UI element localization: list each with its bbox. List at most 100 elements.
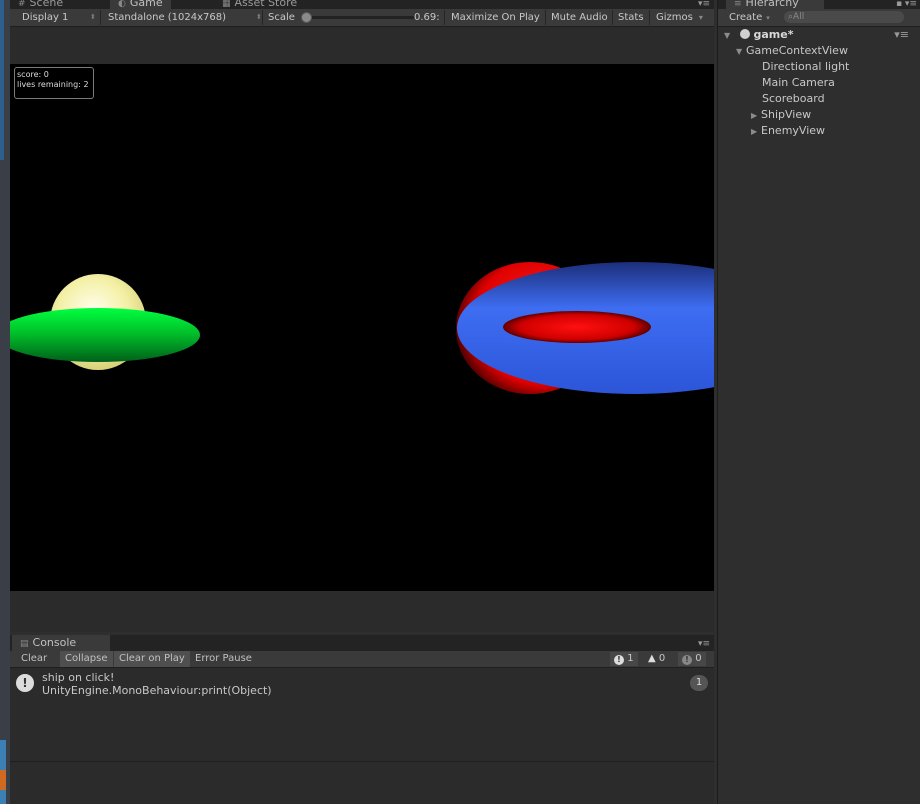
error-count: 0 (695, 653, 702, 664)
log-stacktrace-line: UnityEngine.MonoBehaviour:print(Object) (42, 684, 272, 697)
hierarchy-toolbar: Create ▾ ⌕All (718, 9, 920, 27)
clear-button[interactable]: Clear (16, 651, 52, 667)
gizmos-dropdown[interactable]: Gizmos ▾ (656, 9, 703, 26)
resolution-dropdown-label: Standalone (1024x768) (108, 12, 227, 23)
tab-asset-store-label: Asset Store (234, 0, 298, 9)
tab-asset-store[interactable]: ▦ Asset Store (214, 0, 305, 9)
console-divider (10, 761, 714, 762)
ship-object[interactable] (10, 274, 200, 370)
console-panel: ▤ Console ▾≡ Clear Collapse Clear on Play… (10, 635, 714, 804)
game-panel: # Scene ◐ Game ▦ Asset Store ▾≡ Display 1 ⬍ … (10, 0, 714, 632)
chevron-down-icon: ▾ (698, 13, 703, 22)
scene-name: game* (753, 28, 794, 41)
game-tabbar: # Scene ◐ Game ▦ Asset Store ▾≡ (10, 0, 714, 9)
display-dropdown-label: Display 1 (22, 12, 69, 23)
tab-console[interactable]: ▤ Console (12, 635, 110, 651)
score-text: score: 0 (17, 70, 49, 79)
expand-triangle-icon[interactable]: ▶ (751, 108, 761, 124)
warning-icon: ▲ (648, 653, 656, 664)
hierarchy-icon: ≡ (734, 0, 742, 9)
display-dropdown[interactable]: Display 1 ⬍ (22, 9, 96, 26)
expand-triangle-icon[interactable]: ▼ (724, 28, 734, 44)
toolbar-separator (100, 10, 101, 25)
expand-triangle-icon[interactable]: ▶ (751, 124, 761, 140)
desktop-edge (0, 0, 10, 804)
toolbar-separator (262, 10, 263, 25)
desktop-edge-orange (0, 770, 6, 790)
hierarchy-item-enemyview[interactable]: ▶ EnemyView (751, 123, 825, 139)
resolution-dropdown[interactable]: Standalone (1024x768) ⬍ (108, 9, 262, 26)
ship-saucer (10, 308, 200, 362)
game-viewport[interactable]: score: 0 lives remaining: 2 (10, 64, 714, 591)
console-icon: ▤ (20, 639, 29, 649)
console-tabbar: ▤ Console ▾≡ (10, 635, 714, 651)
game-icon: ◐ (118, 0, 126, 9)
create-label: Create (729, 12, 763, 23)
hierarchy-item-scoreboard[interactable]: Scoreboard (762, 91, 825, 107)
hierarchy-item-gamecontextview[interactable]: ▼ GameContextView (736, 43, 848, 59)
scale-value: 0.69: (414, 12, 440, 23)
expand-triangle-icon[interactable]: ▼ (736, 44, 746, 60)
hierarchy-item-label: Main Camera (762, 76, 835, 89)
scene-icon: # (18, 0, 26, 9)
collapse-button[interactable]: Collapse (60, 651, 113, 667)
log-info-icon: ! (16, 674, 34, 692)
scene-root-row[interactable]: ▼ game* ▾≡ (724, 27, 915, 43)
search-placeholder: All (793, 12, 805, 22)
warning-count: 0 (658, 653, 666, 664)
toolbar-separator (649, 10, 650, 25)
info-icon: ! (614, 655, 624, 665)
tab-scene-label: Scene (29, 0, 64, 9)
scale-label: Scale (268, 12, 295, 23)
desktop-edge-blue (0, 0, 4, 160)
toolbar-separator (444, 10, 445, 25)
toolbar-separator (612, 10, 613, 25)
tab-console-label: Console (32, 636, 77, 649)
create-dropdown[interactable]: Create ▾ (729, 9, 770, 26)
gizmos-label: Gizmos (656, 12, 693, 23)
hierarchy-item-shipview[interactable]: ▶ ShipView (751, 107, 811, 123)
error-count-toggle[interactable]: ! 0 (678, 652, 706, 666)
maximize-on-play-button[interactable]: Maximize On Play (451, 9, 540, 26)
info-count-toggle[interactable]: ! 1 (610, 652, 638, 666)
tab-scene[interactable]: # Scene (10, 0, 71, 9)
hierarchy-tabbar: ≡ Hierarchy ▪ ▾≡ (718, 0, 920, 9)
hierarchy-item-main-camera[interactable]: Main Camera (762, 75, 835, 91)
tab-game[interactable]: ◐ Game (110, 0, 171, 9)
hierarchy-item-label: Scoreboard (762, 92, 825, 105)
unity-scene-icon (739, 29, 750, 39)
lives-text: lives remaining: 2 (17, 80, 89, 89)
hierarchy-item-label: Directional light (762, 60, 850, 73)
game-toolbar: Display 1 ⬍ Standalone (1024x768) ⬍ Scale … (10, 9, 714, 27)
info-count: 1 (627, 653, 634, 664)
console-log-entry[interactable]: ! ship on click! UnityEngine.MonoBehavio… (10, 669, 714, 699)
hierarchy-item-label: ShipView (761, 108, 812, 121)
panel-menu-icon[interactable]: ▾≡ (698, 0, 710, 9)
hierarchy-panel: ≡ Hierarchy ▪ ▾≡ Create ▾ ⌕All ▼ game* ▾≡ … (717, 0, 920, 804)
error-pause-button[interactable]: Error Pause (190, 651, 257, 667)
hierarchy-search-input[interactable]: ⌕All (784, 11, 904, 23)
store-icon: ▦ (222, 0, 231, 9)
panel-menu-icon[interactable]: ▾≡ (698, 640, 710, 649)
scale-slider[interactable] (302, 16, 414, 19)
panel-menu-icon[interactable]: ▪ ▾≡ (896, 0, 917, 9)
game-scene (10, 262, 714, 394)
console-toolbar: Clear Collapse Clear on Play Error Pause… (10, 651, 714, 668)
scoreboard: score: 0 lives remaining: 2 (14, 67, 94, 99)
error-icon: ! (682, 655, 692, 665)
hierarchy-item-label: EnemyView (761, 124, 826, 137)
warning-count-toggle[interactable]: ▲ 0 (644, 652, 670, 666)
log-message: ship on click! UnityEngine.MonoBehaviour… (42, 671, 272, 697)
hierarchy-item-directional-light[interactable]: Directional light (762, 59, 849, 75)
stats-button[interactable]: Stats (618, 9, 644, 26)
log-message-line: ship on click! (42, 671, 115, 684)
dropdown-arrows-icon: ⬍ (256, 13, 262, 21)
log-count-badge: 1 (690, 675, 708, 691)
chevron-down-icon: ▾ (766, 14, 770, 22)
tab-hierarchy[interactable]: ≡ Hierarchy (726, 0, 824, 9)
enemy-object[interactable] (456, 262, 714, 394)
clear-on-play-button[interactable]: Clear on Play (114, 651, 190, 667)
scale-slider-handle[interactable] (301, 12, 312, 23)
scene-menu-icon[interactable]: ▾≡ (894, 27, 909, 43)
mute-audio-button[interactable]: Mute Audio (551, 9, 608, 26)
